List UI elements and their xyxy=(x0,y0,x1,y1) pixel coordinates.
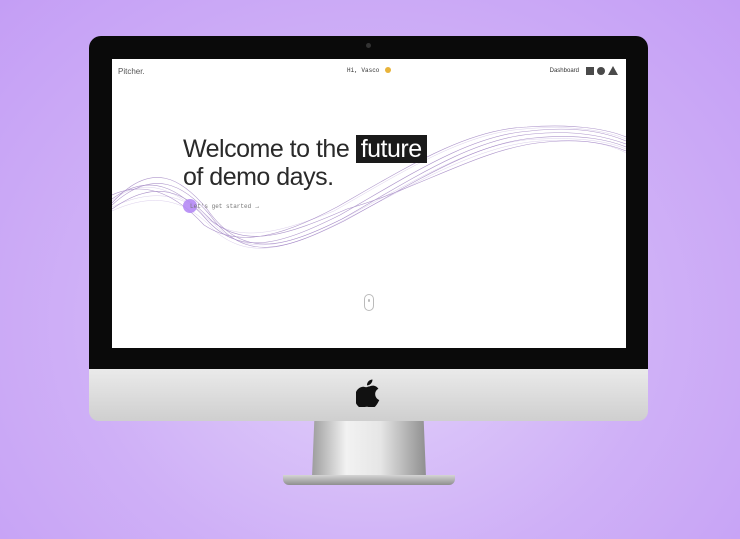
mouse-wheel xyxy=(368,299,370,302)
hero-line-2: of demo days. xyxy=(183,163,334,191)
greeting-text: Hi, Vasco xyxy=(346,67,380,74)
arrow-right-icon: → xyxy=(255,203,259,210)
hero-line-1-text: Welcome to the xyxy=(183,135,350,163)
circle-icon[interactable] xyxy=(597,66,605,75)
monitor-stand-base xyxy=(283,475,455,485)
monitor-stand-neck xyxy=(312,421,426,477)
square-icon[interactable] xyxy=(586,66,594,75)
screen-content: Pitcher. Hi, Vasco Dashboard Welcome to … xyxy=(112,59,626,348)
apple-logo xyxy=(356,379,380,407)
dashboard-link[interactable]: Dashboard xyxy=(550,68,579,74)
hero-highlight: future xyxy=(355,135,427,163)
wave-emoji-icon xyxy=(385,67,391,74)
camera-icon xyxy=(366,43,371,48)
hero-line-1: Welcome to the future xyxy=(183,135,427,163)
get-started-button[interactable]: Let's get started → xyxy=(183,199,259,213)
monitor-chin xyxy=(89,369,648,421)
triangle-icon[interactable] xyxy=(608,66,618,75)
hero-heading: Welcome to the future of demo days. xyxy=(183,135,427,191)
get-started-label: Let's get started xyxy=(190,203,252,210)
top-nav: Dashboard xyxy=(550,66,618,75)
scroll-mouse-icon[interactable] xyxy=(364,294,374,311)
